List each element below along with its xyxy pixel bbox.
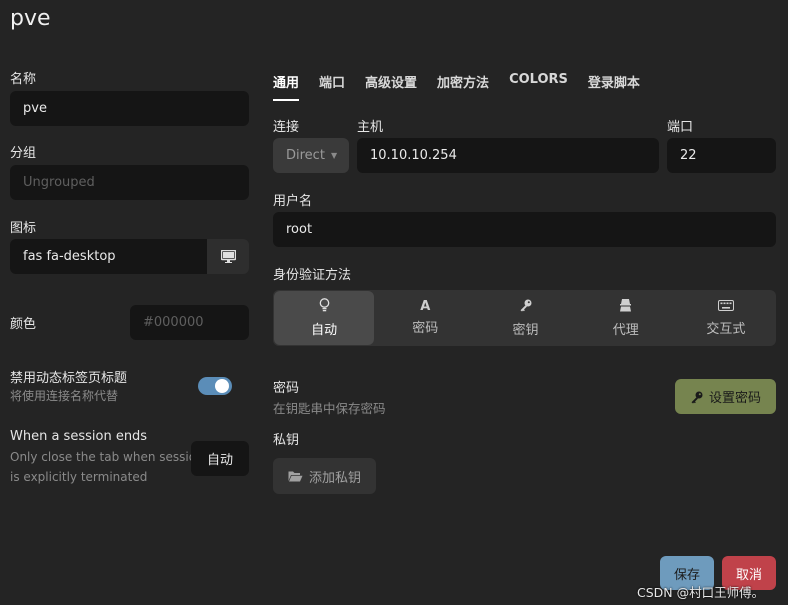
connect-label: 连接 (273, 120, 300, 135)
tab-login-scripts[interactable]: 登录脚本 (588, 72, 640, 101)
auth-option-label: 自动 (311, 323, 338, 338)
key-icon (519, 298, 533, 316)
tab-colors[interactable]: COLORS (509, 72, 568, 101)
tab-ciphers[interactable]: 加密方法 (437, 72, 489, 101)
icon-input[interactable]: fas fa-desktop (10, 239, 207, 274)
host-input[interactable]: 10.10.10.254 (357, 138, 659, 173)
color-label: 颜色 (10, 317, 37, 332)
auth-option-key[interactable]: 密钥 (475, 290, 575, 346)
auth-option-label: 密码 (412, 321, 439, 336)
add-private-key-button[interactable]: 添加私钥 (273, 458, 376, 494)
port-label: 端口 (667, 120, 694, 135)
caret-down-icon: ▼ (330, 151, 338, 160)
session-end-sub1: Only close the tab when session (10, 450, 204, 464)
dynamic-tab-title-label: 禁用动态标签页标题 (10, 371, 128, 386)
session-end-label: When a session ends (10, 429, 148, 444)
tab-bar: 通用 端口 高级设置 加密方法 COLORS 登录脚本 (273, 72, 660, 101)
set-password-label: 设置密码 (708, 391, 761, 406)
group-input[interactable]: Ungrouped (10, 165, 249, 200)
auth-option-label: 密钥 (512, 323, 539, 338)
auth-option-password[interactable]: A 密码 (375, 290, 475, 346)
font-icon: A (420, 299, 431, 314)
auth-method-label: 身份验证方法 (273, 268, 352, 283)
auth-option-label: 代理 (612, 323, 639, 338)
dynamic-tab-title-toggle[interactable] (198, 377, 232, 395)
key-icon (691, 391, 703, 403)
icon-picker-button[interactable] (207, 239, 249, 274)
port-input[interactable]: 22 (667, 138, 776, 173)
group-label: 分组 (10, 146, 37, 161)
password-sub: 在钥匙串中保存密码 (273, 401, 386, 416)
host-label: 主机 (357, 120, 384, 135)
watermark: CSDN @村口王师傅。 (637, 585, 765, 600)
page-title: pve (10, 6, 51, 31)
auth-option-agent[interactable]: 代理 (576, 290, 676, 346)
connect-mode-value: Direct (286, 148, 325, 163)
auth-option-auto[interactable]: 自动 (274, 291, 375, 345)
username-label: 用户名 (273, 194, 313, 209)
dynamic-tab-title-sub: 将使用连接名称代替 (10, 389, 119, 403)
name-input[interactable]: pve (10, 91, 249, 126)
desktop-icon (220, 250, 236, 263)
agent-icon (619, 298, 632, 316)
auth-option-label: 交互式 (706, 321, 746, 337)
toggle-knob (215, 379, 229, 393)
username-input[interactable]: root (273, 212, 776, 247)
password-label: 密码 (273, 381, 300, 396)
tab-ports[interactable]: 端口 (319, 72, 345, 101)
private-key-label: 私钥 (273, 433, 300, 448)
lightbulb-icon (319, 298, 330, 316)
connect-mode-select[interactable]: Direct ▼ (273, 138, 349, 173)
folder-open-icon (288, 471, 303, 482)
add-private-key-label: 添加私钥 (308, 470, 361, 486)
auth-method-selector: 自动 A 密码 密钥 代理 交互式 (273, 290, 776, 346)
session-end-select[interactable]: 自动 (191, 441, 249, 476)
session-end-sub2: is explicitly terminated (10, 470, 148, 484)
icon-label: 图标 (10, 221, 37, 236)
tab-advanced[interactable]: 高级设置 (365, 72, 417, 101)
color-input[interactable]: #000000 (130, 305, 249, 340)
name-label: 名称 (10, 72, 37, 87)
set-password-button[interactable]: 设置密码 (675, 379, 776, 414)
tab-general[interactable]: 通用 (273, 72, 300, 101)
auth-option-interactive[interactable]: 交互式 (676, 290, 776, 346)
keyboard-icon (717, 299, 734, 315)
